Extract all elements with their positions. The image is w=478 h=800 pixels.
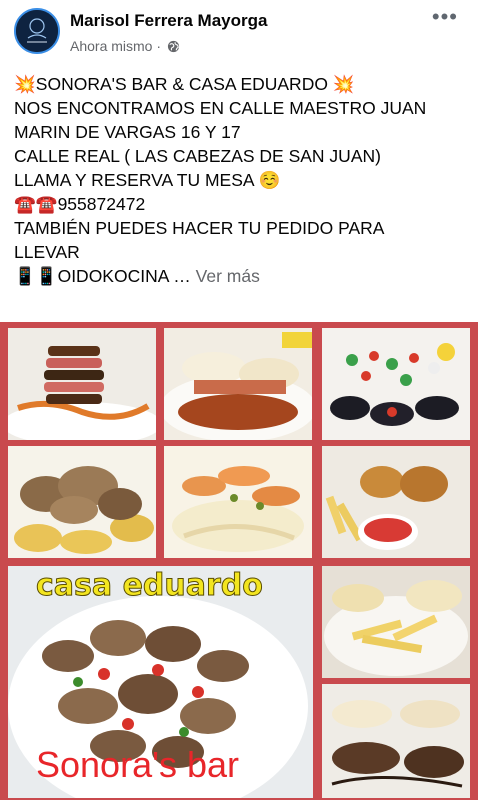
post-text: 💥SONORA'S BAR & CASA EDUARDO 💥 NOS ENCON… [14, 72, 469, 288]
author-name[interactable]: Marisol Ferrera Mayorga [70, 11, 267, 31]
post-line: NOS ENCONTRAMOS EN CALLE MAESTRO JUAN [14, 98, 427, 118]
avatar[interactable] [14, 8, 60, 54]
photo-eggplant-stack[interactable] [8, 328, 156, 440]
post-line-truncated: 📱📱OIDOKOCINA … Ver más [14, 264, 469, 288]
photo-croquettes-fries[interactable] [322, 446, 470, 558]
post-line: CALLE REAL ( LAS CABEZAS DE SAN JUAN) [14, 146, 381, 166]
post-line: LLEVAR [14, 242, 80, 262]
post-line: MARIN DE VARGAS 16 Y 17 [14, 122, 241, 142]
collage-title: casa eduardo [36, 568, 264, 604]
post-line: TAMBIÉN PUEDES HACER TU PEDIDO PARA [14, 218, 385, 238]
more-options-icon[interactable]: ••• [432, 6, 458, 28]
meta-separator: · [156, 38, 162, 54]
photo-shrimp-onions[interactable] [164, 446, 312, 558]
photo-meat-cheese-toast[interactable] [322, 684, 470, 798]
see-more-link[interactable]: Ver más [196, 266, 260, 286]
collage-footer: Sonora's bar [36, 744, 239, 785]
post-meta: Ahora mismo · [70, 38, 180, 56]
post-header: Marisol Ferrera Mayorga Ahora mismo · ••… [0, 0, 478, 64]
post-line: ☎️☎️955872472 [14, 194, 146, 214]
photo-goat-cheese[interactable] [164, 328, 312, 440]
post-line: 📱📱OIDOKOCINA … [14, 266, 191, 286]
post-time[interactable]: Ahora mismo [70, 38, 152, 54]
photo-collage[interactable] [0, 322, 478, 800]
photo-stew-potatoes[interactable] [8, 446, 156, 558]
globe-icon [167, 40, 180, 56]
photo-toast-fries[interactable] [322, 566, 470, 678]
post-line: 💥SONORA'S BAR & CASA EDUARDO 💥 [14, 74, 355, 94]
post-line: LLAMA Y RESERVA TU MESA ☺️ [14, 170, 281, 190]
photo-mussels-salad[interactable] [322, 328, 470, 440]
